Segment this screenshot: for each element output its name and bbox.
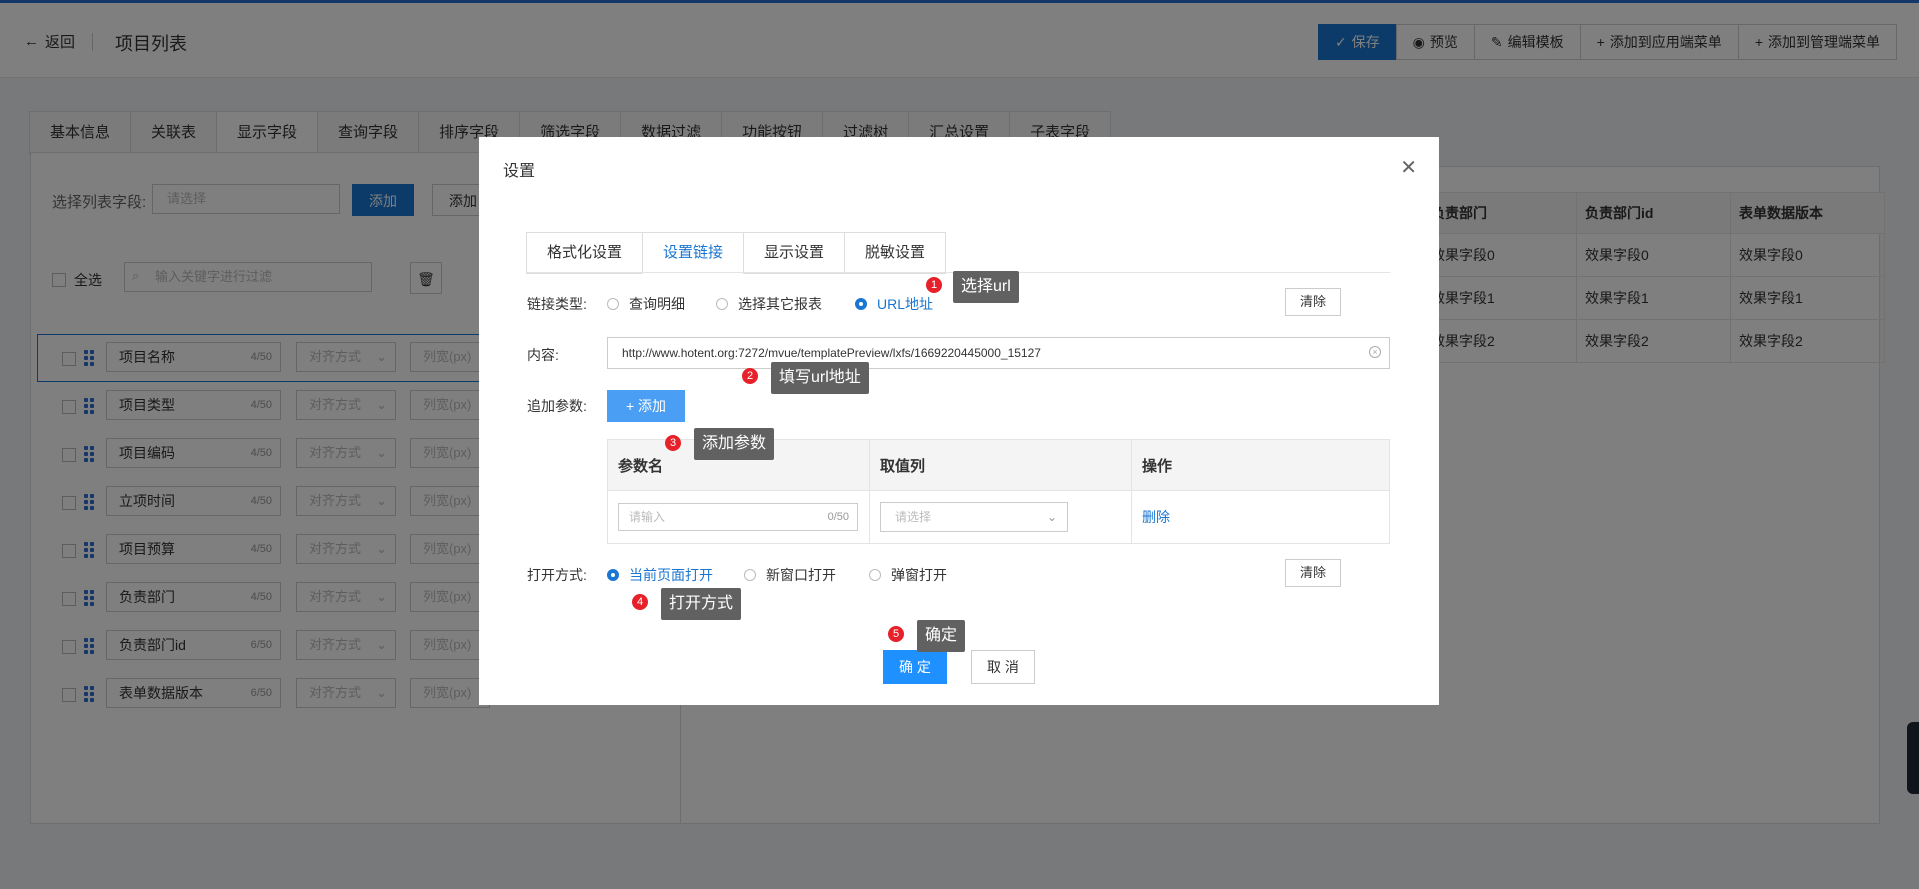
cancel-button[interactable]: 取 消 xyxy=(971,650,1035,684)
annotation-tip: 填写url地址 xyxy=(771,362,869,394)
table-row: 请输入 0/50 请选择 ⌄ 删除 xyxy=(607,490,1390,544)
annotation-badge: 2 xyxy=(742,368,758,384)
modal-tabs: 格式化设置 设置链接 显示设置 脱敏设置 xyxy=(526,232,947,274)
link-type-label: 链接类型: xyxy=(527,296,587,312)
radio-dot[interactable] xyxy=(869,569,881,581)
plus-icon: + xyxy=(625,398,639,414)
radio-dot[interactable] xyxy=(607,569,619,581)
clear-link-button[interactable]: 清除 xyxy=(1285,288,1341,316)
param-value-select[interactable]: 请选择 ⌄ xyxy=(880,502,1068,532)
params-label: 追加参数: xyxy=(527,398,587,414)
annotation-badge: 3 xyxy=(665,435,681,451)
clear-open-mode-button[interactable]: 清除 xyxy=(1285,559,1341,587)
annotation-badge: 1 xyxy=(926,277,942,293)
confirm-button[interactable]: 确 定 xyxy=(883,650,947,684)
content-label: 内容: xyxy=(527,347,559,363)
table-header: 取值列 xyxy=(869,439,1132,491)
clear-circle-icon[interactable]: × xyxy=(1369,346,1381,358)
radio-url[interactable]: URL地址 xyxy=(855,294,933,314)
add-param-button[interactable]: + 添加 xyxy=(607,390,685,422)
radio-dot[interactable] xyxy=(607,298,619,310)
radio-other-report[interactable]: 选择其它报表 xyxy=(716,294,822,314)
open-mode-label: 打开方式: xyxy=(527,567,587,583)
chevron-down-icon: ⌄ xyxy=(1046,510,1057,524)
table-header: 操作 xyxy=(1131,439,1390,491)
annotation-tip: 添加参数 xyxy=(694,428,775,460)
radio-current-page[interactable]: 当前页面打开 xyxy=(607,565,713,585)
radio-query-detail[interactable]: 查询明细 xyxy=(607,294,685,314)
tab-desensitize[interactable]: 脱敏设置 xyxy=(844,232,947,274)
annotation-tip: 确定 xyxy=(917,620,966,652)
radio-popup[interactable]: 弹窗打开 xyxy=(869,565,947,585)
tab-format[interactable]: 格式化设置 xyxy=(526,232,644,274)
tab-link[interactable]: 设置链接 xyxy=(642,232,745,274)
radio-dot[interactable] xyxy=(744,569,756,581)
char-count: 0/50 xyxy=(827,511,849,523)
annotation-badge: 4 xyxy=(632,594,648,610)
radio-dot[interactable] xyxy=(855,298,867,310)
radio-dot[interactable] xyxy=(716,298,728,310)
radio-new-window[interactable]: 新窗口打开 xyxy=(744,565,836,585)
annotation-tip: 选择url xyxy=(953,271,1019,303)
url-value: http://www.hotent.org:7272/mvue/template… xyxy=(622,346,1041,360)
modal-title: 设置 xyxy=(503,163,536,180)
url-input[interactable]: http://www.hotent.org:7272/mvue/template… xyxy=(607,337,1390,369)
annotation-tip: 打开方式 xyxy=(661,588,742,620)
annotation-badge: 5 xyxy=(888,626,904,642)
close-icon[interactable]: ✕ xyxy=(1400,155,1417,180)
tab-display[interactable]: 显示设置 xyxy=(743,232,846,274)
delete-param-link[interactable]: 删除 xyxy=(1142,509,1170,525)
settings-modal: 设置 ✕ 格式化设置 设置链接 显示设置 脱敏设置 链接类型: 查询明细 选择其… xyxy=(479,137,1439,705)
param-name-input[interactable]: 请输入 0/50 xyxy=(618,503,858,531)
